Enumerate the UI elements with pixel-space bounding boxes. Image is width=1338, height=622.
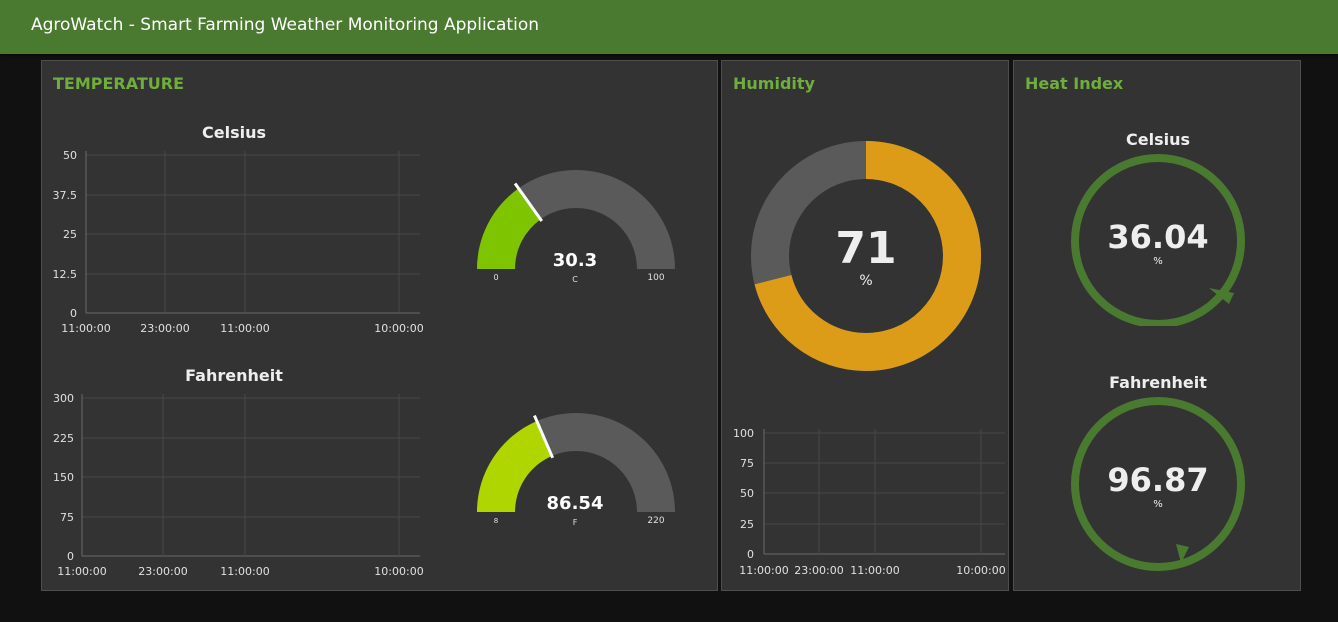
humidity-chart-grid — [763, 429, 1005, 555]
celsius-chart-grid — [85, 151, 420, 314]
celsius-gauge: 30.3 C 0 100 — [477, 170, 675, 284]
y-tick-label: 12.5 — [53, 268, 78, 281]
heat-index-panel: Heat Index Celsius 36.04 % Fahrenheit 96… — [1013, 60, 1301, 591]
y-tick-label: 0 — [67, 550, 74, 563]
celsius-x-axis-labels: 11:00:00 23:00:00 11:00:00 10:00:00 — [61, 322, 423, 335]
fahrenheit-y-axis-labels: 300 225 150 75 0 — [53, 392, 74, 563]
x-tick-label: 10:00:00 — [374, 565, 423, 578]
y-tick-label: 37.5 — [53, 189, 78, 202]
gauge-max-label: 100 — [647, 273, 664, 283]
gauge-max-label: 220 — [647, 516, 664, 526]
gauge-value: 30.3 — [553, 250, 597, 271]
x-tick-label: 10:00:00 — [374, 322, 423, 335]
x-tick-label: 11:00:00 — [220, 322, 269, 335]
y-tick-label: 25 — [740, 518, 754, 531]
y-tick-label: 0 — [747, 548, 754, 561]
x-tick-label: 23:00:00 — [138, 565, 187, 578]
x-tick-label: 23:00:00 — [794, 564, 843, 577]
fahrenheit-x-axis-labels: 11:00:00 23:00:00 11:00:00 10:00:00 — [57, 565, 423, 578]
x-tick-label: 11:00:00 — [57, 565, 106, 578]
x-tick-label: 10:00:00 — [956, 564, 1005, 577]
humidity-x-axis-labels: 11:00:00 23:00:00 11:00:00 10:00:00 — [739, 564, 1005, 577]
y-tick-label: 50 — [740, 487, 754, 500]
humidity-panel-title: Humidity — [733, 74, 815, 93]
x-tick-label: 11:00:00 — [850, 564, 899, 577]
app-header: AgroWatch - Smart Farming Weather Monito… — [0, 0, 1338, 54]
celsius-y-axis-labels: 50 37.5 25 12.5 0 — [53, 149, 78, 320]
temperature-panel: TEMPERATURE Celsius 50 37.5 25 12.5 0 11… — [41, 60, 718, 591]
app-title: AgroWatch - Smart Farming Weather Monito… — [31, 15, 539, 35]
gauge-min-label: 8 — [494, 517, 498, 525]
y-tick-label: 300 — [53, 392, 74, 405]
y-tick-label: 100 — [733, 427, 754, 440]
x-tick-label: 11:00:00 — [220, 565, 269, 578]
heat-index-fahrenheit-value: 96.87 — [1107, 461, 1209, 499]
x-tick-label: 11:00:00 — [739, 564, 788, 577]
temperature-panel-title: TEMPERATURE — [53, 74, 185, 93]
y-tick-label: 225 — [53, 432, 74, 445]
gauge-min-label: 0 — [493, 273, 498, 282]
humidity-unit: % — [859, 273, 873, 289]
heat-index-panel-title: Heat Index — [1025, 74, 1124, 93]
fahrenheit-gauge: 86.54 F 8 220 — [477, 413, 675, 527]
x-tick-label: 23:00:00 — [140, 322, 189, 335]
y-tick-label: 150 — [53, 471, 74, 484]
humidity-panel: Humidity 71 % 100 75 50 25 0 11:00:00 23… — [721, 60, 1009, 591]
humidity-y-axis-labels: 100 75 50 25 0 — [733, 427, 754, 561]
gauge-unit: C — [572, 275, 578, 284]
fahrenheit-line-chart: 300 225 150 75 0 11:00:00 23:00:00 11:00… — [53, 392, 424, 578]
y-tick-label: 75 — [740, 457, 754, 470]
y-tick-label: 0 — [70, 307, 77, 320]
heat-index-fahrenheit-unit: % — [1153, 499, 1163, 510]
y-tick-label: 50 — [63, 149, 77, 162]
heat-index-celsius-value: 36.04 — [1107, 218, 1209, 256]
gauge-value: 86.54 — [547, 493, 604, 514]
fahrenheit-chart-title: Fahrenheit — [185, 366, 283, 385]
humidity-line-chart: 100 75 50 25 0 11:00:00 23:00:00 11:00:0… — [733, 427, 1006, 577]
fahrenheit-chart-grid — [81, 394, 420, 557]
celsius-chart-title: Celsius — [202, 123, 266, 142]
gauge-unit: F — [573, 518, 578, 527]
humidity-value: 71 — [835, 223, 897, 274]
heat-index-celsius-unit: % — [1153, 256, 1163, 267]
gauge-fill — [477, 421, 552, 512]
x-tick-label: 11:00:00 — [61, 322, 110, 335]
celsius-line-chart: 50 37.5 25 12.5 0 11:00:00 23:00:00 11:0… — [53, 149, 424, 335]
y-tick-label: 75 — [60, 511, 74, 524]
y-tick-label: 25 — [63, 228, 77, 241]
